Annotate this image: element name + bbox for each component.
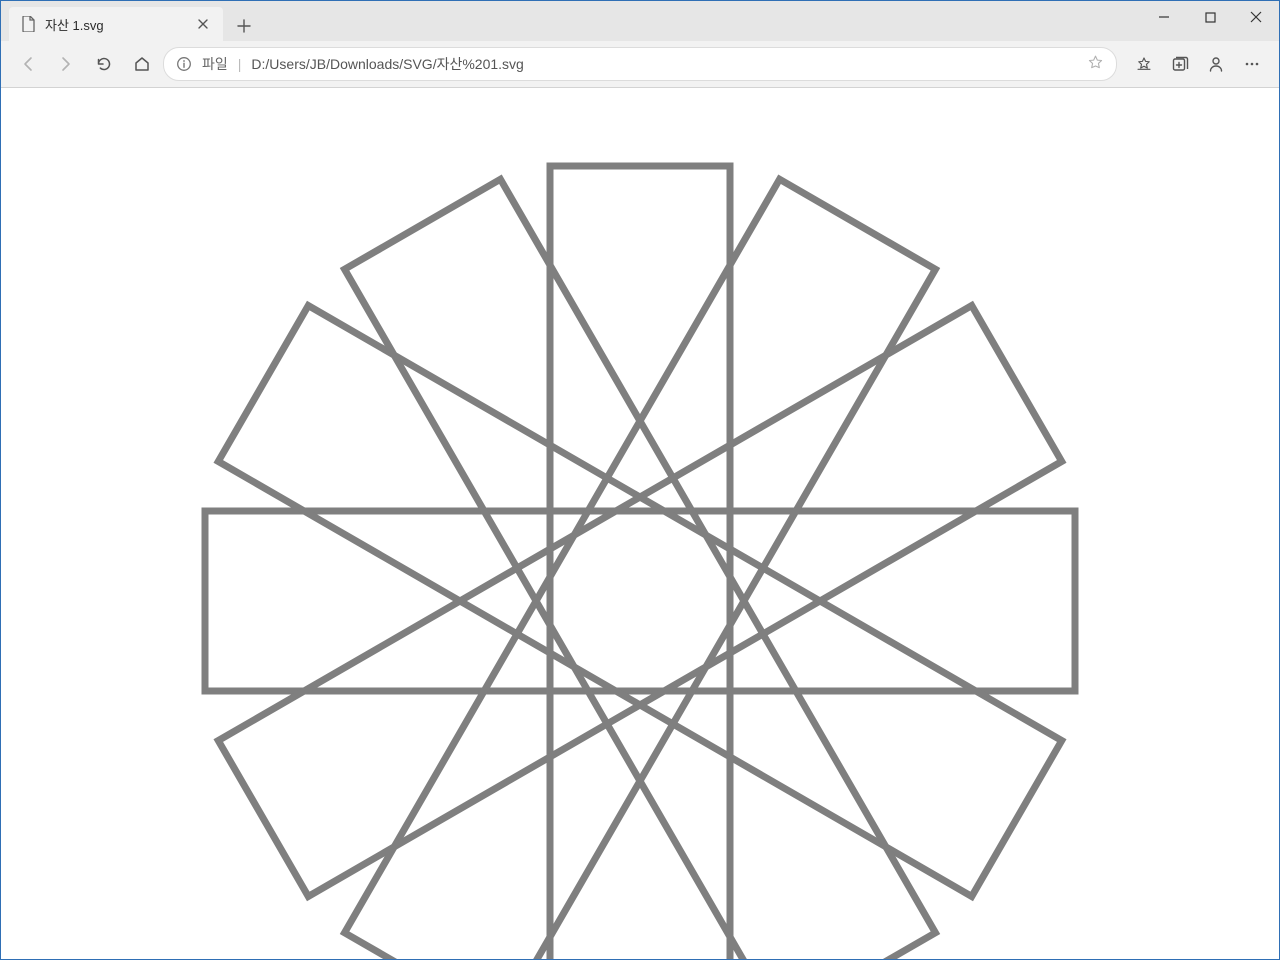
new-tab-button[interactable] (229, 11, 259, 41)
favorites-button[interactable] (1127, 47, 1161, 81)
rosette-rect-120 (345, 179, 936, 959)
info-icon (176, 56, 192, 72)
window-maximize-button[interactable] (1187, 1, 1233, 33)
rosette-rect-30 (218, 306, 1061, 897)
window-close-button[interactable] (1233, 1, 1279, 33)
window-minimize-button[interactable] (1141, 1, 1187, 33)
tab-close-button[interactable] (195, 16, 211, 32)
refresh-button[interactable] (87, 47, 121, 81)
file-icon (21, 16, 37, 32)
page-viewport (1, 88, 1279, 959)
collections-button[interactable] (1163, 47, 1197, 81)
tab-strip: 자산 1.svg (1, 1, 1279, 41)
forward-button[interactable] (49, 47, 83, 81)
address-bar[interactable]: 파일 | D:/Users/JB/Downloads/SVG/자산%201.sv… (163, 47, 1117, 81)
toolbar: 파일 | D:/Users/JB/Downloads/SVG/자산%201.sv… (1, 41, 1279, 88)
tab-active[interactable]: 자산 1.svg (9, 7, 223, 41)
tab-title: 자산 1.svg (45, 15, 104, 34)
rosette-rect-60 (345, 179, 936, 959)
url-scheme-label: 파일 (202, 54, 228, 74)
toolbar-right-icons (1127, 47, 1269, 81)
svg-rosette (190, 151, 1090, 959)
rosette-rect-0 (205, 511, 1075, 691)
bookmark-star-icon[interactable] (1087, 54, 1104, 74)
window-controls (1141, 1, 1279, 33)
profile-button[interactable] (1199, 47, 1233, 81)
url-path: D:/Users/JB/Downloads/SVG/자산%201.svg (251, 54, 523, 74)
back-button[interactable] (11, 47, 45, 81)
browser-window: 자산 1.svg (0, 0, 1280, 960)
more-button[interactable] (1235, 47, 1269, 81)
rosette-rect-150 (218, 306, 1061, 897)
home-button[interactable] (125, 47, 159, 81)
rosette-rect-90 (550, 166, 730, 959)
url-separator: | (238, 56, 242, 72)
